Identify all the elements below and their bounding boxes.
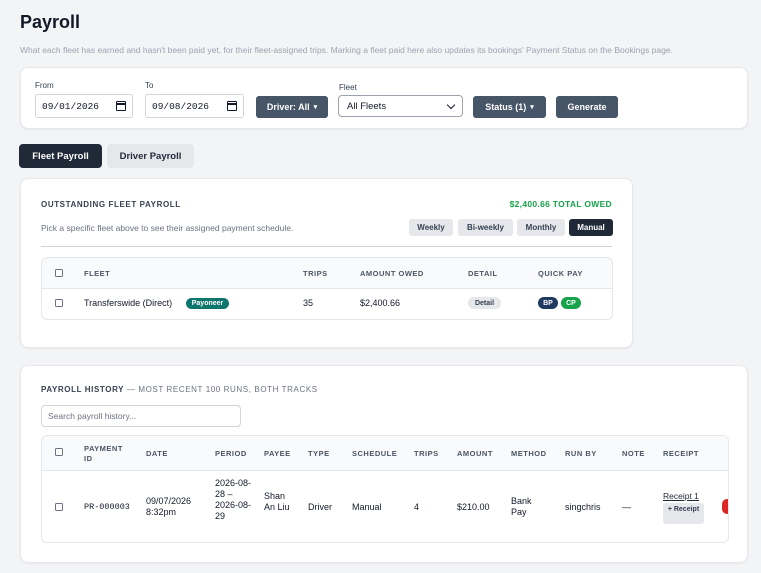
quick-pay-cp-button[interactable]: CP — [561, 297, 581, 309]
page-subtitle: What each fleet has earned and hasn't be… — [20, 45, 673, 55]
status-filter-button[interactable]: Status (1) ▾ — [473, 96, 546, 118]
from-date-value: 09/01/2026 — [42, 100, 100, 112]
quick-pay-bp-button[interactable]: BP — [538, 297, 558, 309]
outstanding-table: FLEET TRIPS AMOUNT OWED DETAIL QUICK PAY… — [41, 257, 613, 320]
from-date-input[interactable]: 09/01/2026 — [35, 94, 133, 118]
caret-down-icon: ▾ — [530, 104, 534, 111]
tab-fleet-payroll[interactable]: Fleet Payroll — [19, 144, 102, 168]
schedule-weekly-button[interactable]: Weekly — [409, 219, 453, 236]
col-schedule: SCHEDULE — [352, 449, 398, 458]
col-amount-owed: AMOUNT OWED — [360, 269, 424, 278]
detail-button[interactable]: Detail — [468, 297, 501, 309]
payroll-history-card: PAYROLL HISTORY — MOST RECENT 100 RUNS, … — [20, 365, 748, 563]
col-quick-pay: QUICK PAY — [538, 269, 583, 278]
payment-id: PR-000003 — [84, 502, 130, 512]
schedule-biweekly-button[interactable]: Bi-weekly — [458, 219, 513, 236]
col-receipt: RECEIPT — [663, 449, 700, 458]
select-all-checkbox[interactable] — [55, 448, 63, 456]
caret-down-icon: ▾ — [313, 104, 318, 111]
tab-driver-payroll[interactable]: Driver Payroll — [107, 144, 194, 168]
calendar-icon — [227, 101, 237, 111]
status-filter-label: Status (1) — [485, 102, 527, 112]
col-fleet: FLEET — [84, 269, 111, 278]
row-checkbox[interactable] — [55, 503, 63, 511]
schedule-manual-button[interactable]: Manual — [569, 219, 613, 236]
payment-method: Bank Pay — [511, 496, 532, 517]
col-run-by: RUN BY — [565, 449, 597, 458]
table-header: FLEET TRIPS AMOUNT OWED DETAIL QUICK PAY — [42, 258, 612, 289]
payment-note: — — [622, 502, 631, 512]
run-by: singchris — [565, 502, 601, 512]
fleet-amount-owed: $2,400.66 — [360, 298, 401, 308]
outstanding-payroll-card: OUTSTANDING FLEET PAYROLL $2,400.66 TOTA… — [20, 178, 633, 348]
to-label: To — [145, 81, 154, 90]
col-detail: DETAIL — [468, 269, 498, 278]
fleet-select[interactable]: All Fleets — [338, 95, 463, 117]
calendar-icon — [116, 101, 126, 111]
delete-button[interactable] — [722, 499, 728, 514]
payment-trips: 4 — [414, 502, 420, 512]
col-amount: AMOUNT — [457, 449, 493, 458]
payment-schedule: Manual — [352, 502, 382, 512]
payment-period: 2026-08-28 – 2026-08-29 — [215, 478, 252, 521]
col-note: NOTE — [622, 449, 645, 458]
fleet-trips: 35 — [303, 298, 314, 308]
divider — [41, 246, 612, 247]
to-date-value: 09/08/2026 — [152, 100, 210, 112]
payee-name: Shan An Liu — [264, 491, 290, 512]
fleet-select-value: All Fleets — [347, 100, 387, 112]
history-table: PAYMENT ID DATE PERIOD PAYEE TYPE SCHEDU… — [41, 435, 729, 543]
col-period: PERIOD — [215, 449, 247, 458]
table-header: PAYMENT ID DATE PERIOD PAYEE TYPE SCHEDU… — [42, 436, 728, 471]
fleet-label: Fleet — [339, 83, 357, 92]
col-method: METHOD — [511, 449, 547, 458]
total-owed: $2,400.66 TOTAL OWED — [509, 199, 612, 209]
history-title: PAYROLL HISTORY — MOST RECENT 100 RUNS, … — [41, 385, 318, 394]
schedule-hint: Pick a specific fleet above to see their… — [41, 223, 294, 233]
col-date: DATE — [146, 449, 168, 458]
payment-amount: $210.00 — [457, 502, 490, 512]
chevron-down-icon — [446, 100, 456, 109]
col-payment-id: PAYMENT ID — [84, 444, 123, 463]
col-type: TYPE — [308, 449, 330, 458]
select-all-checkbox[interactable] — [55, 269, 63, 277]
to-date-input[interactable]: 09/08/2026 — [145, 94, 244, 118]
driver-filter-label: Driver: All — [266, 102, 310, 112]
outstanding-title: OUTSTANDING FLEET PAYROLL — [41, 200, 181, 209]
from-label: From — [35, 81, 54, 90]
row-checkbox[interactable] — [55, 299, 63, 307]
col-payee: PAYEE — [264, 449, 291, 458]
history-title-main: PAYROLL HISTORY — [41, 385, 125, 394]
col-trips: TRIPS — [303, 269, 328, 278]
driver-filter-button[interactable]: Driver: All ▾ — [256, 96, 328, 118]
add-receipt-button[interactable]: + Receipt — [663, 503, 704, 524]
schedule-monthly-button[interactable]: Monthly — [517, 219, 565, 236]
filter-card: From 09/01/2026 To 09/08/2026 Driver: Al… — [20, 67, 748, 129]
col-trips: TRIPS — [414, 449, 439, 458]
payee-type: Driver — [308, 502, 332, 512]
payment-date: 09/07/2026 8:32pm — [146, 496, 192, 517]
payoneer-badge: Payoneer — [186, 298, 229, 309]
fleet-name: Transferswide (Direct) — [84, 298, 173, 308]
generate-button[interactable]: Generate — [556, 96, 618, 118]
history-title-suffix: — MOST RECENT 100 RUNS, BOTH TRACKS — [124, 385, 318, 394]
search-history-input[interactable] — [41, 405, 241, 427]
page-title: Payroll — [20, 12, 81, 32]
receipt-link[interactable]: Receipt 1 — [663, 491, 699, 502]
